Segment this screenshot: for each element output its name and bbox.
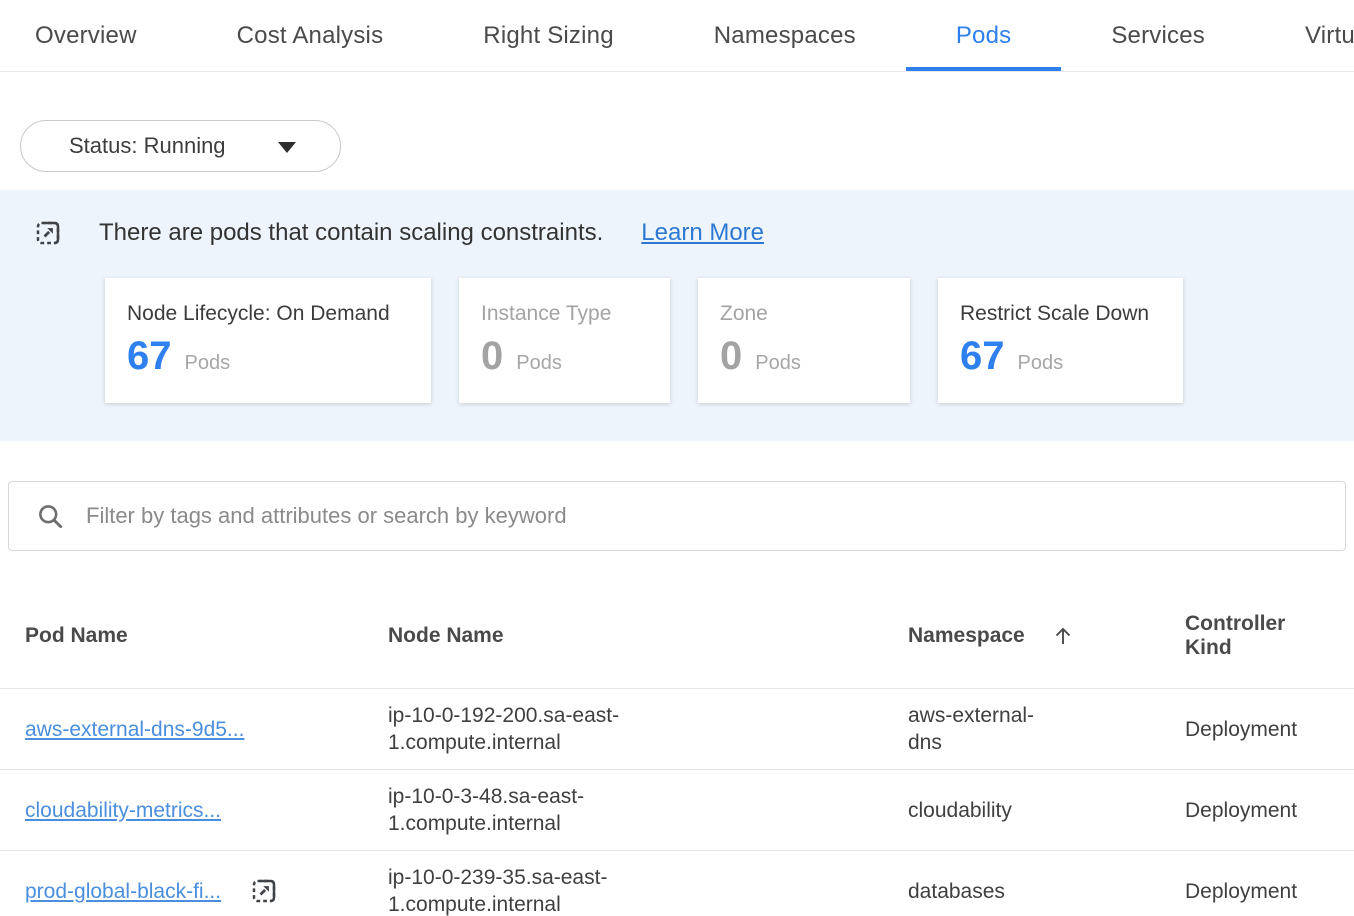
table-row: cloudability-metrics... ip-10-0-3-48.sa-e… — [0, 770, 1354, 851]
card-unit-label: Pods — [1018, 352, 1064, 375]
card-pod-count: 67 — [960, 336, 1005, 376]
card-title: Node Lifecycle: On Demand — [127, 302, 431, 326]
sort-ascending-icon — [1051, 624, 1075, 648]
column-header-node-name[interactable]: Node Name — [388, 612, 908, 660]
card-unit-label: Pods — [516, 352, 562, 375]
card-pod-count: 0 — [481, 336, 503, 376]
tab-cost-analysis[interactable]: Cost Analysis — [187, 0, 434, 71]
tab-label: Cost Analysis — [237, 22, 384, 50]
table-header-row: Pod Name Node Name Namespace Controller … — [0, 551, 1354, 689]
kubernetes-pods-page: Overview Cost Analysis Right Sizing Namespa… — [0, 0, 1354, 916]
tab-label: Right Sizing — [483, 22, 613, 50]
tab-right-sizing[interactable]: Right Sizing — [433, 0, 663, 71]
pod-name-cell: aws-external-dns-9d5... — [25, 716, 388, 743]
column-header-controller-kind[interactable]: Controller Kind — [1185, 612, 1329, 660]
card-unit-label: Pods — [755, 352, 801, 375]
filter-row: Status: Running — [20, 120, 1354, 172]
pods-table: Pod Name Node Name Namespace Controller … — [0, 551, 1354, 916]
caret-down-icon — [278, 142, 296, 153]
node-name-cell: ip-10-0-3-48.sa-east-1.compute.internal — [388, 783, 908, 837]
scaling-constraints-banner: There are pods that contain scaling cons… — [0, 190, 1354, 441]
tab-label: Namespaces — [714, 22, 856, 50]
card-title: Restrict Scale Down — [960, 302, 1183, 326]
constraint-card-restrict-scale-down[interactable]: Restrict Scale Down 67 Pods — [938, 278, 1183, 403]
controller-kind-cell: Deployment — [1185, 716, 1329, 743]
tab-label: Pods — [956, 22, 1012, 50]
tab-pods[interactable]: Pods — [906, 0, 1062, 71]
node-name-cell: ip-10-0-239-35.sa-east-1.compute.interna… — [388, 864, 908, 916]
constraint-cards-row: Node Lifecycle: On Demand67PodsInstance … — [105, 278, 1354, 403]
table-row: prod-global-black-fi... ip-10-0-239-35.s… — [0, 851, 1354, 916]
status-filter-label: Status: Running — [69, 133, 226, 159]
tab-overview[interactable]: Overview — [0, 0, 187, 71]
namespace-cell: aws-external-dns — [908, 702, 1185, 756]
table-row: aws-external-dns-9d5... ip-10-0-192-200.s… — [0, 689, 1354, 770]
card-title: Instance Type — [481, 302, 670, 326]
pod-name-cell: prod-global-black-fi... — [25, 876, 388, 906]
tab-namespaces[interactable]: Namespaces — [664, 0, 906, 71]
tab-label: Virtu — [1305, 22, 1354, 50]
tab-bar: Overview Cost Analysis Right Sizing Namespa… — [0, 0, 1354, 72]
search-icon — [37, 503, 64, 530]
tab-label: Overview — [35, 22, 137, 50]
card-title: Zone — [720, 302, 910, 326]
column-header-pod-name[interactable]: Pod Name — [25, 612, 388, 660]
constraint-card-instance-type[interactable]: Instance Type 0 Pods — [459, 278, 670, 403]
pod-name-link[interactable]: cloudability-metrics... — [25, 797, 221, 824]
tab-label: Services — [1111, 22, 1205, 50]
node-name-cell: ip-10-0-192-200.sa-east-1.compute.intern… — [388, 702, 908, 756]
pod-name-link[interactable]: prod-global-black-fi... — [25, 878, 221, 905]
column-header-namespace[interactable]: Namespace — [908, 612, 1185, 660]
table-body: aws-external-dns-9d5... ip-10-0-192-200.s… — [0, 689, 1354, 916]
tab-services[interactable]: Services — [1061, 0, 1255, 71]
learn-more-link[interactable]: Learn More — [641, 219, 764, 247]
banner-message: There are pods that contain scaling cons… — [99, 219, 603, 247]
scaling-constraint-icon — [249, 876, 279, 906]
card-pod-count: 67 — [127, 336, 172, 376]
controller-kind-cell: Deployment — [1185, 878, 1329, 905]
banner-header: There are pods that contain scaling cons… — [0, 190, 1354, 248]
search-filter-bar — [8, 481, 1346, 551]
constraint-card-node-lifecycle-on-demand[interactable]: Node Lifecycle: On Demand 67 Pods — [105, 278, 431, 403]
card-pod-count: 0 — [720, 336, 742, 376]
namespace-cell: databases — [908, 878, 1185, 905]
card-unit-label: Pods — [185, 352, 231, 375]
namespace-cell: cloudability — [908, 797, 1185, 824]
tab-virtu[interactable]: Virtu — [1255, 0, 1354, 71]
pod-name-link[interactable]: aws-external-dns-9d5... — [25, 716, 244, 743]
pod-name-cell: cloudability-metrics... — [25, 797, 388, 824]
controller-kind-cell: Deployment — [1185, 797, 1329, 824]
search-input[interactable] — [86, 503, 1317, 529]
scaling-constraint-icon — [33, 218, 63, 248]
status-filter-dropdown[interactable]: Status: Running — [20, 120, 341, 172]
constraint-card-zone[interactable]: Zone 0 Pods — [698, 278, 910, 403]
